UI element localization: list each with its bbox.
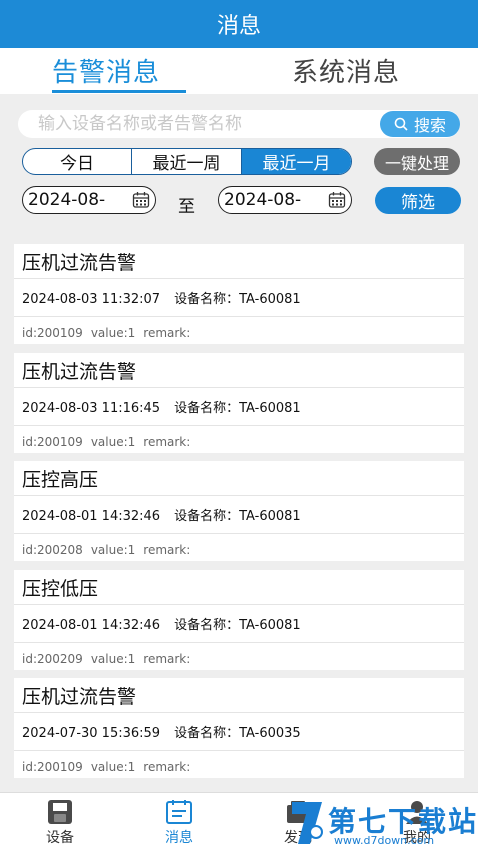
period-selector: 今日 最近一周 最近一月: [22, 148, 352, 175]
divider: [14, 712, 464, 713]
alarm-value: value:1: [90, 435, 136, 449]
alarm-card[interactable]: 压控低压 2024-08-01 14:32:46 设备名称：TA-60081 id…: [14, 570, 464, 670]
search-button-label: 搜索: [413, 116, 446, 135]
alarm-time-row: 2024-08-01 14:32:46 设备名称：TA-60081: [22, 614, 301, 633]
alarm-id: id:200109: [22, 435, 83, 449]
divider: [14, 642, 464, 643]
alarm-device: TA-60081: [239, 618, 301, 633]
alarm-device: TA-60035: [239, 726, 301, 741]
alarm-id: id:200109: [22, 760, 83, 774]
device-icon: [48, 800, 72, 824]
period-today[interactable]: 今日: [23, 149, 132, 174]
alarm-id: id:200208: [22, 543, 83, 557]
alarm-title: 压控高压: [22, 469, 99, 491]
device-label: 设备名称：: [174, 726, 240, 741]
alarm-time: 2024-08-01 14:32:46: [22, 509, 161, 524]
alarm-device: TA-60081: [239, 292, 301, 307]
calendar-icon: [328, 192, 346, 208]
divider: [14, 495, 464, 496]
device-label: 设备名称：: [174, 509, 240, 524]
alarm-card[interactable]: 压机过流告警 2024-07-30 15:36:59 设备名称：TA-60035 …: [14, 678, 464, 778]
site-watermark: 第七下载站 www.d7down.com: [288, 796, 478, 850]
nav-message[interactable]: 消息: [149, 799, 209, 847]
alarm-meta: id:200208 value:1 remark:: [22, 543, 198, 557]
alarm-time: 2024-08-01 14:32:46: [22, 618, 161, 633]
alarm-title: 压控低压: [22, 578, 99, 600]
divider: [14, 750, 464, 751]
divider: [14, 604, 464, 605]
alarm-title: 压机过流告警: [22, 252, 137, 274]
tab-alarm-messages[interactable]: 告警消息: [52, 52, 160, 89]
alarm-meta: id:200109 value:1 remark:: [22, 760, 198, 774]
alarm-time-row: 2024-08-03 11:16:45 设备名称：TA-60081: [22, 397, 301, 416]
device-label: 设备名称：: [174, 401, 240, 416]
date-range-separator: 至: [178, 197, 195, 217]
message-icon: [166, 800, 192, 824]
alarm-remark: remark:: [143, 543, 191, 557]
alarm-card[interactable]: 压机过流告警 2024-08-03 11:32:07 设备名称：TA-60081 …: [14, 244, 464, 344]
end-date-field[interactable]: 2024-08-: [218, 186, 352, 214]
period-last-week[interactable]: 最近一周: [132, 149, 242, 174]
divider: [14, 316, 464, 317]
active-tab-indicator: [52, 90, 186, 93]
alarm-card[interactable]: 压控高压 2024-08-01 14:32:46 设备名称：TA-60081 id…: [14, 461, 464, 561]
calendar-icon: [132, 192, 150, 208]
start-date-value: 2024-08-: [28, 190, 106, 210]
nav-device[interactable]: 设备: [30, 799, 90, 847]
alarm-time-row: 2024-08-03 11:32:07 设备名称：TA-60081: [22, 288, 301, 307]
alarm-remark: remark:: [143, 652, 191, 666]
start-date-field[interactable]: 2024-08-: [22, 186, 156, 214]
divider: [14, 425, 464, 426]
alarm-value: value:1: [90, 760, 136, 774]
alarm-remark: remark:: [143, 435, 191, 449]
alarm-value: value:1: [90, 326, 136, 340]
divider: [14, 533, 464, 534]
watermark-url: www.d7down.com: [334, 834, 435, 847]
alarm-time: 2024-08-03 11:32:07: [22, 292, 161, 307]
period-last-month[interactable]: 最近一月: [242, 149, 351, 174]
alarm-title: 压机过流告警: [22, 361, 137, 383]
alarm-remark: remark:: [143, 326, 191, 340]
message-tabs: 告警消息 系统消息: [0, 48, 478, 94]
page-title: 消息: [216, 14, 261, 39]
end-date-value: 2024-08-: [224, 190, 302, 210]
filter-button[interactable]: 筛选: [375, 187, 461, 214]
device-label: 设备名称：: [174, 618, 240, 633]
alarm-device: TA-60081: [239, 509, 301, 524]
divider: [14, 387, 464, 388]
watermark-logo-icon: [292, 802, 323, 844]
alarm-id: id:200209: [22, 652, 83, 666]
alarm-meta: id:200209 value:1 remark:: [22, 652, 198, 666]
alarm-remark: remark:: [143, 760, 191, 774]
alarm-time-row: 2024-07-30 15:36:59 设备名称：TA-60035: [22, 722, 301, 741]
alarm-device: TA-60081: [239, 401, 301, 416]
device-label: 设备名称：: [174, 292, 240, 307]
alarm-time-row: 2024-08-01 14:32:46 设备名称：TA-60081: [22, 505, 301, 524]
divider: [14, 278, 464, 279]
alarm-meta: id:200109 value:1 remark:: [22, 435, 198, 449]
alarm-time: 2024-08-03 11:16:45: [22, 401, 161, 416]
alarm-value: value:1: [90, 543, 136, 557]
search-icon: [394, 117, 408, 131]
one-click-handle-button[interactable]: 一键处理: [374, 148, 460, 175]
search-button[interactable]: 搜索: [380, 111, 460, 137]
alarm-id: id:200109: [22, 326, 83, 340]
tab-system-messages[interactable]: 系统消息: [292, 52, 400, 89]
nav-message-label: 消息: [165, 830, 193, 846]
alarm-title: 压机过流告警: [22, 686, 137, 708]
alarm-time: 2024-07-30 15:36:59: [22, 726, 161, 741]
alarm-meta: id:200109 value:1 remark:: [22, 326, 198, 340]
nav-device-label: 设备: [46, 830, 74, 846]
alarm-card[interactable]: 压机过流告警 2024-08-03 11:16:45 设备名称：TA-60081 …: [14, 353, 464, 453]
alarm-value: value:1: [90, 652, 136, 666]
top-bar: 消息: [0, 0, 478, 48]
